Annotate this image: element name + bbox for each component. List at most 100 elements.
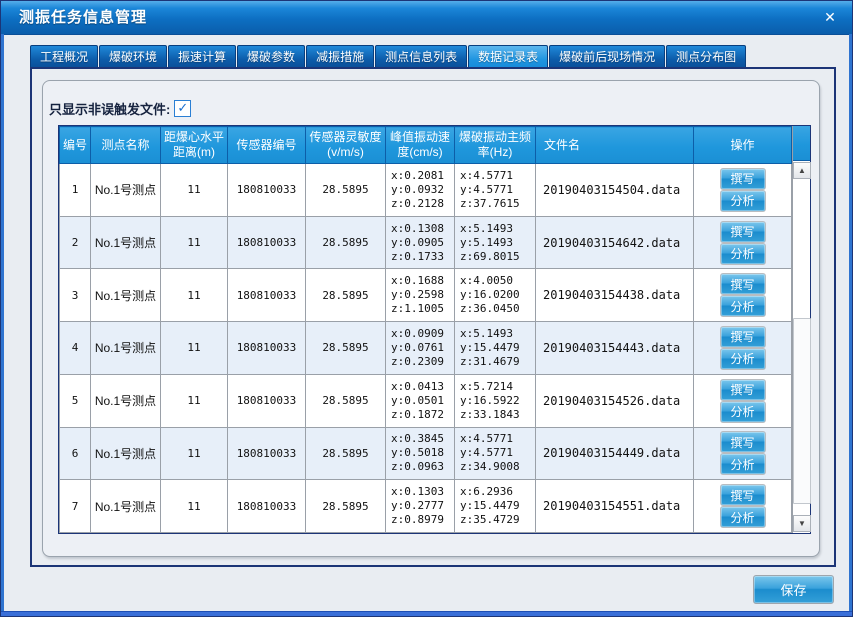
actions-cell: 撰写分析 — [694, 374, 792, 427]
sensor-id: 180810033 — [228, 216, 306, 269]
scroll-up-icon[interactable]: ▲ — [793, 162, 811, 179]
compose-button[interactable]: 撰写 — [720, 326, 766, 348]
page-title: 测振任务信息管理 — [19, 1, 147, 34]
distance: 11 — [161, 164, 228, 217]
data-record-table: 编号测点名称距爆心水平距离(m)传感器编号传感器灵敏度(v/m/s)峰值振动速度… — [58, 125, 811, 534]
dialog-right-edge — [849, 34, 852, 611]
sensitivity: 28.5895 — [306, 427, 386, 480]
peak-velocity: x:0.0909 y:0.0761 z:0.2309 — [386, 322, 455, 375]
compose-button[interactable]: 撰写 — [720, 221, 766, 243]
column-header: 传感器编号 — [228, 127, 306, 164]
analyze-button[interactable]: 分析 — [720, 506, 766, 528]
point-name: No.1号测点 — [91, 374, 161, 427]
close-icon[interactable]: ✕ — [820, 7, 840, 27]
table-row: 7No.1号测点1118081003328.5895x:0.1303 y:0.2… — [60, 480, 792, 533]
filter-label: 只显示非误触发文件: — [49, 99, 170, 118]
actions-cell: 撰写分析 — [694, 480, 792, 533]
row-number: 6 — [60, 427, 91, 480]
sensitivity: 28.5895 — [306, 269, 386, 322]
tab-7[interactable]: 爆破前后现场情况 — [549, 45, 665, 68]
peak-velocity: x:0.1688 y:0.2598 z:1.1005 — [386, 269, 455, 322]
analyze-button[interactable]: 分析 — [720, 348, 766, 370]
column-header: 距爆心水平距离(m) — [161, 127, 228, 164]
row-number: 2 — [60, 216, 91, 269]
compose-button[interactable]: 撰写 — [720, 379, 766, 401]
compose-button[interactable]: 撰写 — [720, 431, 766, 453]
distance: 11 — [161, 480, 228, 533]
analyze-button[interactable]: 分析 — [720, 453, 766, 475]
main-frequency: x:4.5771 y:4.5771 z:37.7615 — [455, 164, 536, 217]
row-number: 7 — [60, 480, 91, 533]
column-header: 爆破振动主频率(Hz) — [455, 127, 536, 164]
main-frequency: x:5.1493 y:5.1493 z:69.8015 — [455, 216, 536, 269]
analyze-button[interactable]: 分析 — [720, 243, 766, 265]
sensor-id: 180810033 — [228, 427, 306, 480]
point-name: No.1号测点 — [91, 164, 161, 217]
compose-button[interactable]: 撰写 — [720, 168, 766, 190]
file-name: 20190403154504.data — [536, 164, 694, 217]
tab-2[interactable]: 振速计算 — [168, 45, 236, 68]
peak-velocity: x:0.2081 y:0.0932 z:0.2128 — [386, 164, 455, 217]
save-button[interactable]: 保存 — [753, 575, 834, 604]
compose-button[interactable]: 撰写 — [720, 273, 766, 295]
analyze-button[interactable]: 分析 — [720, 401, 766, 423]
tab-bar: 工程概况爆破环境振速计算爆破参数减振措施测点信息列表数据记录表爆破前后现场情况测… — [30, 45, 747, 68]
analyze-button[interactable]: 分析 — [720, 295, 766, 317]
scrollbar-thumb[interactable] — [793, 318, 811, 504]
actions-cell: 撰写分析 — [694, 322, 792, 375]
scroll-down-icon[interactable]: ▼ — [793, 515, 811, 532]
point-name: No.1号测点 — [91, 427, 161, 480]
point-name: No.1号测点 — [91, 322, 161, 375]
table-row: 4No.1号测点1118081003328.5895x:0.0909 y:0.0… — [60, 322, 792, 375]
dialog-window: 测振任务信息管理 ✕ 工程概况爆破环境振速计算爆破参数减振措施测点信息列表数据记… — [0, 0, 853, 617]
sensor-id: 180810033 — [228, 480, 306, 533]
file-name: 20190403154526.data — [536, 374, 694, 427]
title-bar: 测振任务信息管理 ✕ — [1, 1, 853, 35]
point-name: No.1号测点 — [91, 269, 161, 322]
tab-1[interactable]: 爆破环境 — [99, 45, 167, 68]
peak-velocity: x:0.0413 y:0.0501 z:0.1872 — [386, 374, 455, 427]
file-name: 20190403154443.data — [536, 322, 694, 375]
actions-cell: 撰写分析 — [694, 164, 792, 217]
filter-row: 只显示非误触发文件: ✓ — [49, 99, 191, 118]
column-header: 文件名 — [536, 127, 694, 164]
non-false-trigger-checkbox[interactable]: ✓ — [174, 100, 191, 117]
table-row: 2No.1号测点1118081003328.5895x:0.1308 y:0.0… — [60, 216, 792, 269]
distance: 11 — [161, 322, 228, 375]
sensitivity: 28.5895 — [306, 374, 386, 427]
peak-velocity: x:0.1303 y:0.2777 z:0.8979 — [386, 480, 455, 533]
main-frequency: x:4.5771 y:4.5771 z:34.9008 — [455, 427, 536, 480]
sensor-id: 180810033 — [228, 164, 306, 217]
sensor-id: 180810033 — [228, 374, 306, 427]
file-name: 20190403154438.data — [536, 269, 694, 322]
tab-6[interactable]: 数据记录表 — [468, 45, 548, 69]
table-row: 3No.1号测点1118081003328.5895x:0.1688 y:0.2… — [60, 269, 792, 322]
tab-4[interactable]: 减振措施 — [306, 45, 374, 68]
main-frequency: x:4.0050 y:16.0200 z:36.0450 — [455, 269, 536, 322]
column-header: 测点名称 — [91, 127, 161, 164]
distance: 11 — [161, 216, 228, 269]
table-body: 1No.1号测点1118081003328.5895x:0.2081 y:0.0… — [60, 164, 792, 533]
records-table: 编号测点名称距爆心水平距离(m)传感器编号传感器灵敏度(v/m/s)峰值振动速度… — [59, 126, 792, 533]
tab-3[interactable]: 爆破参数 — [237, 45, 305, 68]
actions-cell: 撰写分析 — [694, 216, 792, 269]
table-row: 1No.1号测点1118081003328.5895x:0.2081 y:0.0… — [60, 164, 792, 217]
analyze-button[interactable]: 分析 — [720, 190, 766, 212]
vertical-scrollbar[interactable]: ▲ ▼ — [792, 126, 810, 533]
sensitivity: 28.5895 — [306, 164, 386, 217]
column-header: 峰值振动速度(cm/s) — [386, 127, 455, 164]
peak-velocity: x:0.3845 y:0.5018 z:0.0963 — [386, 427, 455, 480]
distance: 11 — [161, 374, 228, 427]
sensitivity: 28.5895 — [306, 216, 386, 269]
main-frequency: x:5.1493 y:15.4479 z:31.4679 — [455, 322, 536, 375]
file-name: 20190403154642.data — [536, 216, 694, 269]
tab-8[interactable]: 测点分布图 — [666, 45, 746, 68]
file-name: 20190403154551.data — [536, 480, 694, 533]
tab-0[interactable]: 工程概况 — [30, 45, 98, 68]
row-number: 4 — [60, 322, 91, 375]
scrollbar-header-cap — [793, 126, 810, 161]
row-number: 5 — [60, 374, 91, 427]
actions-cell: 撰写分析 — [694, 269, 792, 322]
compose-button[interactable]: 撰写 — [720, 484, 766, 506]
tab-5[interactable]: 测点信息列表 — [375, 45, 467, 68]
